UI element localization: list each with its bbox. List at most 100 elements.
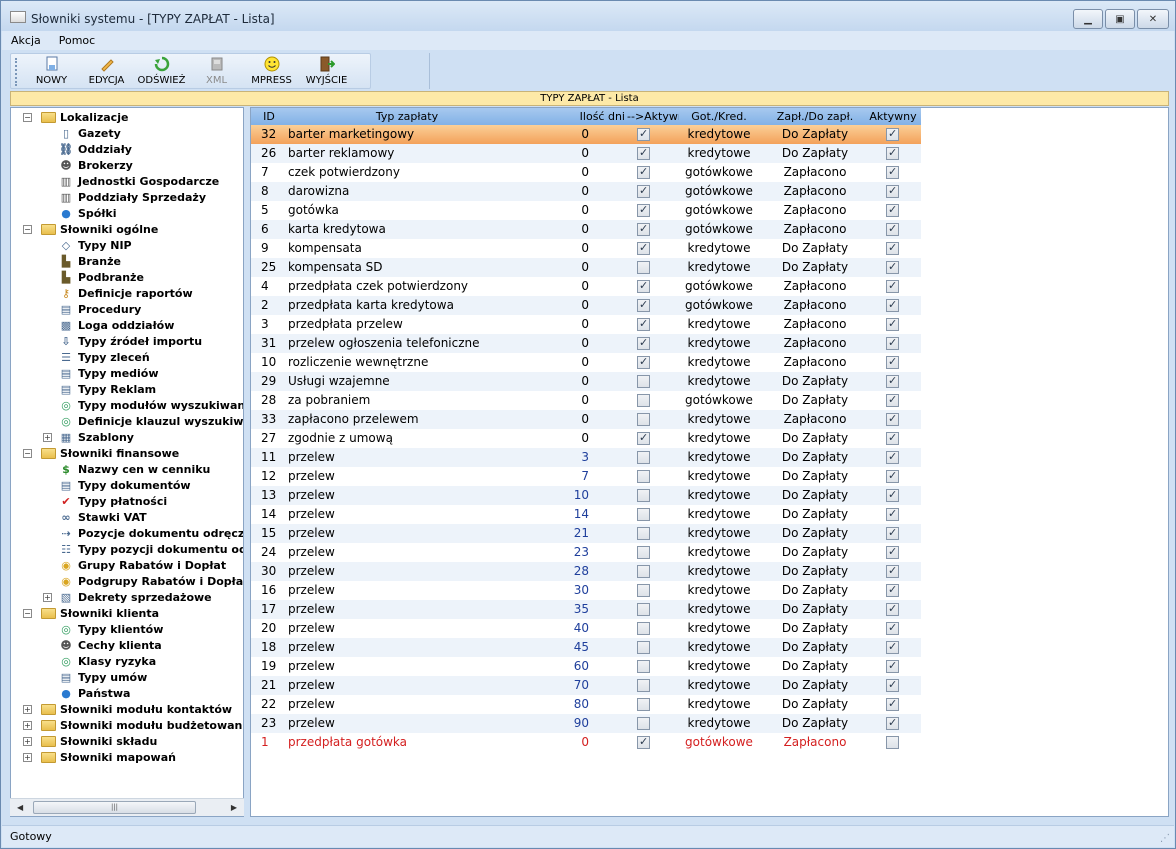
expand-icon[interactable]: + [23,736,32,746]
tree-item[interactable]: ⛓ Oddziały [59,141,132,157]
expand-icon[interactable]: + [23,704,32,714]
cell-active-checkbox[interactable] [886,374,899,388]
tree-item[interactable]: + Słowniki modułu budżetowania [23,717,243,733]
table-row[interactable]: 21 przelew 70 kredytowe Do Zapłaty [251,676,921,695]
cell-active-checkbox[interactable] [886,469,899,483]
tree-item[interactable]: ▤ Typy dokumentów [59,477,191,493]
cell-active-checkbox[interactable] [886,583,899,597]
cell-days-active-checkbox[interactable] [637,603,650,616]
tree-item[interactable]: ☷ Typy pozycji dokumentu odręcznego [59,541,243,557]
column-header-days[interactable]: Ilość dni [527,108,627,125]
cell-days-active-checkbox[interactable] [637,146,650,160]
cell-active-checkbox[interactable] [886,336,899,350]
cell-active-checkbox[interactable] [886,412,899,426]
tree-item[interactable]: ◉ Podgrupy Rabatów i Dopłat [59,573,243,589]
cell-active-checkbox[interactable] [886,184,899,198]
cell-days-active-checkbox[interactable] [637,735,650,749]
cell-days-active-checkbox[interactable] [637,261,650,274]
scroll-right-icon[interactable]: ▶ [231,803,237,812]
cell-active-checkbox[interactable] [886,146,899,160]
expand-icon[interactable]: + [23,752,32,762]
table-row[interactable]: 24 przelew 23 kredytowe Do Zapłaty [251,543,921,562]
cell-days-active-checkbox[interactable] [637,241,650,255]
cell-active-checkbox[interactable] [886,716,899,730]
table-row[interactable]: 2 przedpłata karta kredytowa 0 gotówkowe Zap… [251,296,921,315]
table-row[interactable]: 17 przelew 35 kredytowe Do Zapłaty [251,600,921,619]
table-row[interactable]: 4 przedpłata czek potwierdzony 0 gotówkowe Z… [251,277,921,296]
cell-active-checkbox[interactable] [886,450,899,464]
table-row[interactable]: 12 przelew 7 kredytowe Do Zapłaty [251,467,921,486]
tree-item[interactable]: ⇢ Pozycje dokumentu odręcznego [59,525,243,541]
cell-days-active-checkbox[interactable] [637,527,650,540]
cell-active-checkbox[interactable] [886,659,899,673]
tree-item[interactable]: + Słowniki modułu kontaktów [23,701,232,717]
tree-item[interactable]: ◉ Grupy Rabatów i Dopłat [59,557,226,573]
table-row[interactable]: 10 rozliczenie wewnętrzne 0 kredytowe Zapłac… [251,353,921,372]
cell-days-active-checkbox[interactable] [637,451,650,464]
cell-active-checkbox[interactable] [886,526,899,540]
cell-active-checkbox[interactable] [886,279,899,293]
tree-item[interactable]: ▩ Loga oddziałów [59,317,175,333]
cell-days-active-checkbox[interactable] [637,698,650,711]
cell-active-checkbox[interactable] [886,507,899,521]
tree-item[interactable]: ☰ Typy zleceń [59,349,150,365]
tree-item[interactable]: ☻ Cechy klienta [59,637,161,653]
table-row[interactable]: 8 darowizna 0 gotówkowe Zapłacono [251,182,921,201]
tree-item[interactable]: $ Nazwy cen w cenniku [59,461,210,477]
cell-days-active-checkbox[interactable] [637,641,650,654]
cell-days-active-checkbox[interactable] [637,222,650,236]
tree-item[interactable]: ⇩ Typy źródeł importu [59,333,202,349]
collapse-icon[interactable]: − [23,448,32,458]
cell-active-checkbox[interactable] [886,317,899,331]
cell-active-checkbox[interactable] [886,736,899,749]
cell-days-active-checkbox[interactable] [637,565,650,578]
tree-item[interactable]: − Słowniki finansowe [23,445,179,461]
scroll-thumb[interactable]: ||| [33,801,196,814]
table-row[interactable]: 32 barter marketingowy 0 kredytowe Do Zapłat… [251,125,921,144]
tree-item[interactable]: ▥ Poddziały Sprzedaży [59,189,206,205]
cell-active-checkbox[interactable] [886,640,899,654]
cell-active-checkbox[interactable] [886,488,899,502]
table-row[interactable]: 29 Usługi wzajemne 0 kredytowe Do Zapłaty [251,372,921,391]
column-header-id[interactable]: ID [251,108,287,125]
tree-item[interactable]: ▙ Podbranże [59,269,144,285]
column-header-active[interactable]: Aktywny [865,108,921,125]
table-row[interactable]: 27 zgodnie z umową 0 kredytowe Do Zapłaty [251,429,921,448]
tree-item[interactable]: ◇ Typy NIP [59,237,132,253]
cell-days-active-checkbox[interactable] [637,584,650,597]
table-row[interactable]: 20 przelew 40 kredytowe Do Zapłaty [251,619,921,638]
cell-active-checkbox[interactable] [886,260,899,274]
table-row[interactable]: 30 przelew 28 kredytowe Do Zapłaty [251,562,921,581]
toolbar-grip[interactable] [15,58,18,86]
table-row[interactable]: 28 za pobraniem 0 gotówkowe Do Zapłaty [251,391,921,410]
tree-item[interactable]: + Słowniki mapowań [23,749,176,765]
menu-akcja[interactable]: Akcja [2,31,50,50]
tree-item[interactable]: ● Państwa [59,685,130,701]
cell-days-active-checkbox[interactable] [637,203,650,217]
column-header-active-days[interactable]: -->Aktywny [627,108,679,125]
cell-active-checkbox[interactable] [886,355,899,369]
table-row[interactable]: 22 przelew 80 kredytowe Do Zapłaty [251,695,921,714]
cell-days-active-checkbox[interactable] [637,355,650,369]
cell-days-active-checkbox[interactable] [637,622,650,635]
tree-horizontal-scrollbar[interactable]: ◀ ||| ▶ [10,798,244,816]
cell-active-checkbox[interactable] [886,241,899,255]
table-row[interactable]: 31 przelew ogłoszenia telefoniczne 0 kredyt… [251,334,921,353]
collapse-icon[interactable]: − [23,224,32,234]
tree-item[interactable]: ▤ Typy Reklam [59,381,156,397]
mpress-button[interactable]: MPRESS [244,54,299,88]
cell-days-active-checkbox[interactable] [637,679,650,692]
close-button[interactable]: ✕ [1137,9,1169,29]
new-button[interactable]: NOWY [24,54,79,88]
table-row[interactable]: 11 przelew 3 kredytowe Do Zapłaty [251,448,921,467]
cell-days-active-checkbox[interactable] [637,127,650,141]
table-row[interactable]: 14 przelew 14 kredytowe Do Zapłaty [251,505,921,524]
cell-days-active-checkbox[interactable] [637,375,650,388]
tree-item[interactable]: ✔ Typy płatności [59,493,167,509]
tree-item[interactable]: ▤ Typy umów [59,669,147,685]
table-row[interactable]: 18 przelew 45 kredytowe Do Zapłaty [251,638,921,657]
cell-active-checkbox[interactable] [886,564,899,578]
cell-active-checkbox[interactable] [886,393,899,407]
cell-active-checkbox[interactable] [886,621,899,635]
cell-days-active-checkbox[interactable] [637,279,650,293]
